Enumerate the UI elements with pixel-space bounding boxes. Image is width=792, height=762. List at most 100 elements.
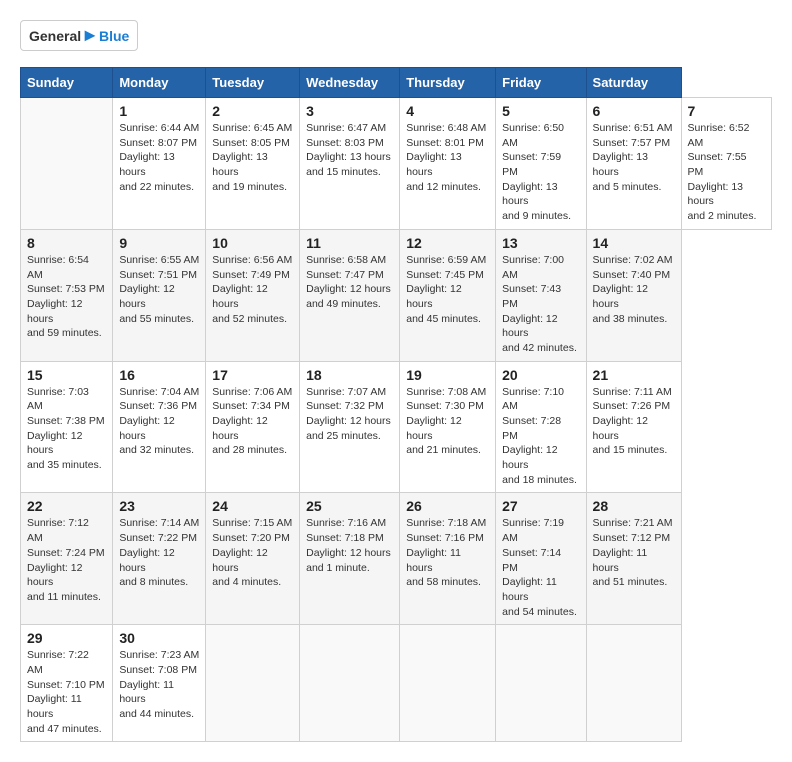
calendar-cell: 23 Sunrise: 7:14 AM Sunset: 7:22 PM Dayli… [113,493,206,625]
day-info: Sunrise: 6:58 AM Sunset: 7:47 PM Dayligh… [306,253,393,312]
column-header-sunday: Sunday [21,68,113,98]
day-info: Sunrise: 7:07 AM Sunset: 7:32 PM Dayligh… [306,385,393,444]
week-row-1: 1 Sunrise: 6:44 AM Sunset: 8:07 PM Daylig… [21,98,772,230]
day-info: Sunrise: 6:54 AM Sunset: 7:53 PM Dayligh… [27,253,106,341]
calendar-cell: 15 Sunrise: 7:03 AM Sunset: 7:38 PM Dayli… [21,361,113,493]
calendar-cell: 16Sunrise: 7:04 AM Sunset: 7:36 PM Dayli… [113,361,206,493]
day-number: 4 [406,103,489,119]
calendar-cell [300,625,400,742]
day-info: Sunrise: 6:45 AM Sunset: 8:05 PM Dayligh… [212,121,293,194]
calendar-cell [586,625,681,742]
calendar-cell: 11 Sunrise: 6:58 AM Sunset: 7:47 PM Dayli… [300,229,400,361]
day-info: Sunrise: 7:16 AM Sunset: 7:18 PM Dayligh… [306,516,393,575]
column-header-monday: Monday [113,68,206,98]
day-number: 29 [27,630,106,646]
day-info: Sunrise: 7:15 AM Sunset: 7:20 PM Dayligh… [212,516,293,589]
column-header-friday: Friday [496,68,586,98]
day-info: Sunrise: 7:22 AM Sunset: 7:10 PM Dayligh… [27,648,106,736]
logo: General ►Blue [20,20,138,51]
day-number: 27 [502,498,579,514]
calendar-table: SundayMondayTuesdayWednesdayThursdayFrid… [20,67,772,742]
day-info: Sunrise: 6:47 AM Sunset: 8:03 PM Dayligh… [306,121,393,180]
day-info: Sunrise: 7:12 AM Sunset: 7:24 PM Dayligh… [27,516,106,604]
logo-box: General ►Blue [20,20,138,51]
calendar-cell: 2 Sunrise: 6:45 AM Sunset: 8:05 PM Daylig… [206,98,300,230]
day-number: 15 [27,367,106,383]
calendar-cell: 30 Sunrise: 7:23 AM Sunset: 7:08 PM Dayli… [113,625,206,742]
calendar-cell: 10 Sunrise: 6:56 AM Sunset: 7:49 PM Dayli… [206,229,300,361]
calendar-cell: 5Sunrise: 6:50 AM Sunset: 7:59 PM Daylig… [496,98,586,230]
day-info: Sunrise: 6:48 AM Sunset: 8:01 PM Dayligh… [406,121,489,194]
day-number: 10 [212,235,293,251]
day-number: 16 [119,367,199,383]
calendar-cell [206,625,300,742]
day-number: 1 [119,103,199,119]
day-number: 2 [212,103,293,119]
calendar-cell: 9 Sunrise: 6:55 AM Sunset: 7:51 PM Daylig… [113,229,206,361]
day-number: 18 [306,367,393,383]
logo-general: General [29,28,81,44]
calendar-cell: 13 Sunrise: 7:00 AM Sunset: 7:43 PM Dayli… [496,229,586,361]
day-info: Sunrise: 7:19 AM Sunset: 7:14 PM Dayligh… [502,516,579,619]
day-info: Sunrise: 6:56 AM Sunset: 7:49 PM Dayligh… [212,253,293,326]
day-info: Sunrise: 7:00 AM Sunset: 7:43 PM Dayligh… [502,253,579,356]
day-number: 9 [119,235,199,251]
day-info: Sunrise: 6:44 AM Sunset: 8:07 PM Dayligh… [119,121,199,194]
calendar-cell: 17Sunrise: 7:06 AM Sunset: 7:34 PM Dayli… [206,361,300,493]
header: General ►Blue [20,20,772,51]
day-info: Sunrise: 6:59 AM Sunset: 7:45 PM Dayligh… [406,253,489,326]
day-info: Sunrise: 7:06 AM Sunset: 7:34 PM Dayligh… [212,385,293,458]
day-info: Sunrise: 7:02 AM Sunset: 7:40 PM Dayligh… [593,253,675,326]
calendar-cell: 28Sunrise: 7:21 AM Sunset: 7:12 PM Dayli… [586,493,681,625]
day-info: Sunrise: 6:50 AM Sunset: 7:59 PM Dayligh… [502,121,579,224]
day-number: 21 [593,367,675,383]
day-info: Sunrise: 6:52 AM Sunset: 7:55 PM Dayligh… [688,121,765,224]
day-info: Sunrise: 7:03 AM Sunset: 7:38 PM Dayligh… [27,385,106,473]
day-number: 8 [27,235,106,251]
calendar-cell [496,625,586,742]
calendar-cell [400,625,496,742]
calendar-cell [21,98,113,230]
day-info: Sunrise: 7:08 AM Sunset: 7:30 PM Dayligh… [406,385,489,458]
day-number: 30 [119,630,199,646]
calendar-cell: 26 Sunrise: 7:18 AM Sunset: 7:16 PM Dayli… [400,493,496,625]
logo-blue: Blue [99,28,129,44]
calendar-cell: 19 Sunrise: 7:08 AM Sunset: 7:30 PM Dayli… [400,361,496,493]
column-header-saturday: Saturday [586,68,681,98]
calendar-cell: 6 Sunrise: 6:51 AM Sunset: 7:57 PM Daylig… [586,98,681,230]
day-info: Sunrise: 7:23 AM Sunset: 7:08 PM Dayligh… [119,648,199,721]
column-header-wednesday: Wednesday [300,68,400,98]
day-info: Sunrise: 7:18 AM Sunset: 7:16 PM Dayligh… [406,516,489,589]
header-row: SundayMondayTuesdayWednesdayThursdayFrid… [21,68,772,98]
day-number: 14 [593,235,675,251]
calendar-cell: 12Sunrise: 6:59 AM Sunset: 7:45 PM Dayli… [400,229,496,361]
day-number: 25 [306,498,393,514]
calendar-cell: 14 Sunrise: 7:02 AM Sunset: 7:40 PM Dayli… [586,229,681,361]
week-row-4: 22 Sunrise: 7:12 AM Sunset: 7:24 PM Dayli… [21,493,772,625]
calendar-cell: 22 Sunrise: 7:12 AM Sunset: 7:24 PM Dayli… [21,493,113,625]
day-number: 11 [306,235,393,251]
calendar-cell: 4 Sunrise: 6:48 AM Sunset: 8:01 PM Daylig… [400,98,496,230]
week-row-3: 15 Sunrise: 7:03 AM Sunset: 7:38 PM Dayli… [21,361,772,493]
day-number: 28 [593,498,675,514]
day-number: 22 [27,498,106,514]
calendar-cell: 21Sunrise: 7:11 AM Sunset: 7:26 PM Dayli… [586,361,681,493]
day-info: Sunrise: 7:14 AM Sunset: 7:22 PM Dayligh… [119,516,199,589]
calendar-cell: 8 Sunrise: 6:54 AM Sunset: 7:53 PM Daylig… [21,229,113,361]
day-number: 23 [119,498,199,514]
calendar-cell: 7Sunrise: 6:52 AM Sunset: 7:55 PM Daylig… [681,98,771,230]
column-header-tuesday: Tuesday [206,68,300,98]
day-number: 19 [406,367,489,383]
calendar-cell: 3 Sunrise: 6:47 AM Sunset: 8:03 PM Daylig… [300,98,400,230]
calendar-cell: 25 Sunrise: 7:16 AM Sunset: 7:18 PM Dayli… [300,493,400,625]
day-number: 26 [406,498,489,514]
calendar-cell: 27 Sunrise: 7:19 AM Sunset: 7:14 PM Dayli… [496,493,586,625]
day-number: 13 [502,235,579,251]
day-number: 24 [212,498,293,514]
day-info: Sunrise: 6:55 AM Sunset: 7:51 PM Dayligh… [119,253,199,326]
calendar-cell: 1 Sunrise: 6:44 AM Sunset: 8:07 PM Daylig… [113,98,206,230]
day-info: Sunrise: 6:51 AM Sunset: 7:57 PM Dayligh… [593,121,675,194]
day-number: 6 [593,103,675,119]
calendar-cell: 24 Sunrise: 7:15 AM Sunset: 7:20 PM Dayli… [206,493,300,625]
day-number: 3 [306,103,393,119]
